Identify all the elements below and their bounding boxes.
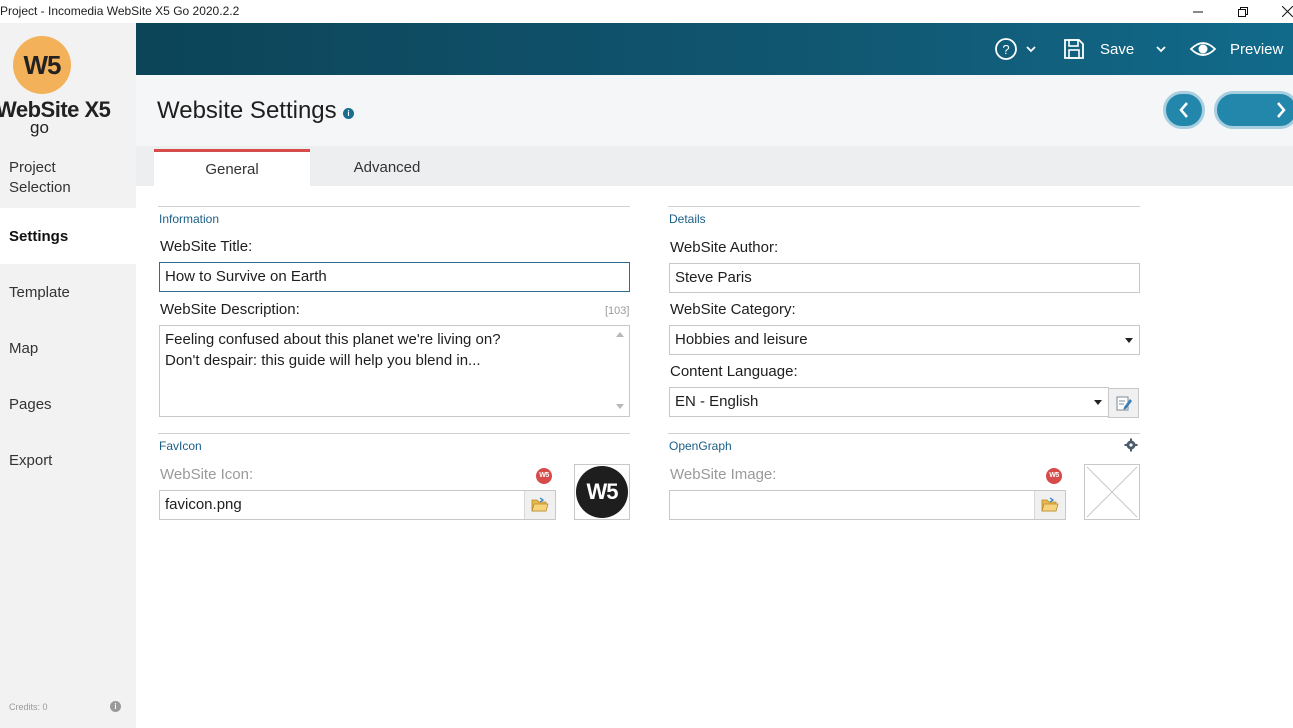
website-icon-input[interactable]: favicon.png	[159, 490, 556, 520]
favicon-preview-text: W5	[586, 479, 619, 504]
sidebar-item-label: Template	[9, 283, 70, 301]
website-category-label: WebSite Category:	[670, 301, 796, 318]
sidebar-item-label: Export	[9, 451, 53, 469]
dropdown-arrow-icon	[1094, 400, 1102, 405]
scroll-up-icon[interactable]	[616, 332, 624, 337]
help-button[interactable]: ?	[994, 23, 1038, 75]
window-title: Project - Incomedia WebSite X5 Go 2020.2…	[0, 4, 240, 18]
sidebar-item-label: Settings	[9, 227, 69, 245]
website-category-select[interactable]: Hobbies and leisure	[669, 325, 1140, 355]
folder-open-icon	[1041, 497, 1059, 512]
logo-badge-text: W5	[23, 49, 62, 80]
save-label: Save	[1100, 40, 1135, 58]
section-divider	[668, 206, 1140, 207]
close-button[interactable]	[1265, 0, 1293, 23]
sidebar-nav: Project Selection Settings Template Map …	[0, 148, 136, 488]
website-title-label: WebSite Title:	[160, 238, 253, 255]
back-button[interactable]	[1163, 91, 1205, 129]
minimize-icon	[1192, 11, 1203, 12]
edit-language-button[interactable]	[1108, 388, 1139, 418]
eye-icon	[1189, 42, 1217, 56]
content-language-select[interactable]: EN - English	[669, 387, 1109, 417]
tab-label: Advanced	[353, 159, 421, 176]
dropdown-arrow-icon	[1125, 338, 1133, 343]
section-divider	[158, 433, 630, 434]
sidebar-item-label: Pages	[9, 395, 52, 413]
content-language-value: EN - English	[675, 393, 759, 410]
favicon-section-title: FavIcon	[159, 439, 202, 453]
website-image-input[interactable]	[669, 490, 1066, 520]
help-icon: ?	[995, 38, 1017, 60]
restore-button[interactable]	[1220, 0, 1265, 23]
close-icon	[1282, 6, 1293, 17]
sidebar-item-map[interactable]: Map	[0, 320, 136, 376]
app-logo: W5 WebSite X5 go	[0, 33, 136, 158]
chevron-down-icon	[1026, 46, 1036, 53]
sidebar: W5 WebSite X5 go Project Selection Setti…	[0, 23, 136, 728]
next-button[interactable]	[1214, 91, 1293, 129]
section-divider	[158, 206, 630, 207]
website-icon-label: WebSite Icon:	[160, 466, 254, 483]
content-language-label: Content Language:	[670, 363, 798, 380]
save-button[interactable]: Save	[1063, 23, 1168, 75]
edit-icon	[1116, 396, 1132, 411]
website-author-input[interactable]: Steve Paris	[669, 263, 1140, 293]
website-description-label: WebSite Description:	[160, 301, 300, 318]
preview-button[interactable]: Preview	[1189, 23, 1283, 75]
preview-label: Preview	[1230, 40, 1284, 58]
credits-text: Credits: 0	[9, 702, 48, 712]
tab-label: General	[205, 160, 259, 178]
browse-image-button[interactable]	[1034, 491, 1065, 519]
tab-advanced[interactable]: Advanced	[309, 149, 465, 186]
information-section-title: Information	[159, 212, 220, 226]
minimize-button[interactable]	[1175, 0, 1220, 23]
sidebar-item-project-selection[interactable]: Project Selection	[0, 148, 80, 208]
website-image-label: WebSite Image:	[670, 466, 777, 483]
tab-general[interactable]: General	[154, 149, 310, 186]
page-header: Website Settings i	[136, 75, 1293, 146]
folder-open-icon	[531, 497, 549, 512]
chevron-down-icon[interactable]	[1154, 44, 1168, 54]
browse-icon-button[interactable]	[524, 491, 555, 519]
website-title-input[interactable]: How to Survive on Earth	[159, 262, 630, 292]
chevron-right-icon	[1277, 102, 1286, 118]
scroll-down-icon[interactable]	[616, 404, 624, 409]
logo-badge: W5	[13, 36, 71, 94]
sidebar-item-settings[interactable]: Settings	[0, 208, 136, 264]
details-section-title: Details	[669, 212, 706, 226]
website-description-textarea[interactable]: Feeling confused about this planet we're…	[159, 325, 630, 417]
tab-bar: General Advanced	[136, 146, 1293, 186]
section-divider	[668, 433, 1140, 434]
ws-badge-icon: W5	[536, 468, 552, 484]
sidebar-item-label: Map	[9, 339, 39, 357]
settings-gear-icon[interactable]	[1124, 438, 1138, 452]
opengraph-image-preview[interactable]	[1084, 464, 1140, 520]
favicon-preview-circle: W5	[576, 466, 628, 518]
chevron-left-icon	[1179, 102, 1188, 118]
sidebar-item-export[interactable]: Export	[0, 432, 136, 488]
restore-icon	[1237, 6, 1248, 17]
save-icon	[1064, 39, 1084, 59]
top-toolbar: ? Save Preview	[136, 23, 1293, 75]
favicon-preview[interactable]: W5	[574, 464, 630, 520]
website-author-label: WebSite Author:	[670, 239, 779, 256]
logo-name: WebSite X5	[0, 97, 111, 122]
info-icon[interactable]: i	[110, 701, 121, 712]
sidebar-item-template[interactable]: Template	[0, 264, 136, 320]
sidebar-item-pages[interactable]: Pages	[0, 376, 136, 432]
logo-sub: go	[30, 118, 49, 137]
website-icon-value: favicon.png	[165, 496, 242, 513]
window-titlebar: Project - Incomedia WebSite X5 Go 2020.2…	[0, 0, 1293, 23]
ws-badge-icon: W5	[1046, 468, 1062, 484]
svg-text:?: ?	[1002, 42, 1009, 57]
sidebar-item-label: Project Selection	[9, 159, 71, 196]
empty-image-icon	[1086, 466, 1138, 518]
info-icon[interactable]: i	[343, 108, 354, 119]
description-char-counter: [103]	[605, 305, 630, 317]
page-title: Website Settings	[157, 97, 337, 124]
website-category-value: Hobbies and leisure	[675, 331, 808, 348]
opengraph-section-title: OpenGraph	[669, 439, 732, 453]
